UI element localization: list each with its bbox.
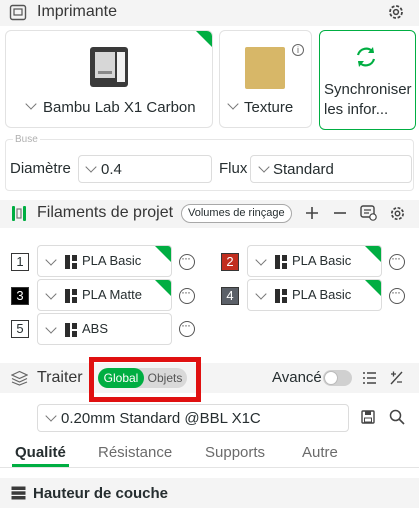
filaments-section-title: Filaments de projet (37, 204, 174, 221)
tab-resistance[interactable]: Résistance (98, 444, 172, 461)
nozzle-flow-label: Flux (219, 160, 248, 177)
filament-chevron-icon (45, 288, 57, 300)
process-compare-icon[interactable] (389, 370, 404, 386)
filament-selected-corner (365, 246, 381, 262)
printer-model-image (88, 45, 130, 89)
filament-chevron-icon (45, 254, 57, 266)
advanced-switch[interactable] (323, 370, 352, 386)
filament-type-icon (65, 255, 77, 269)
filament-settings-gear-icon[interactable] (389, 205, 406, 222)
toggle-global-option[interactable]: Global (98, 368, 144, 388)
filament-spool-icon (11, 205, 27, 222)
filament-name: PLA Basic (292, 287, 352, 302)
filament-type-icon (65, 323, 77, 337)
filament-more-options-icon[interactable] (389, 251, 405, 270)
nozzle-flow-value: Standard (273, 161, 334, 178)
printer-settings-gear-icon[interactable] (387, 3, 405, 21)
search-preset-icon[interactable] (389, 409, 405, 425)
layer-height-group-title: Hauteur de couche (33, 485, 169, 502)
preset-chevron-icon (45, 410, 57, 422)
filament-slot-number: 3 (11, 287, 29, 305)
process-preset-value: 0.20mm Standard @BBL X1C (61, 410, 261, 427)
filament-slot-number: 2 (221, 253, 239, 271)
tab-qualite[interactable]: Qualité (15, 444, 66, 461)
nozzle-diameter-select[interactable]: 0.4 (78, 155, 212, 183)
filament-type-icon (65, 289, 77, 303)
nozzle-diameter-value: 0.4 (101, 161, 122, 178)
filament-slot-number: 1 (11, 253, 29, 271)
process-preset-select[interactable]: 0.20mm Standard @BBL X1C (37, 404, 349, 432)
plate-dropdown-chevron-icon (227, 98, 239, 110)
filament-more-options-icon[interactable] (179, 285, 195, 304)
filament-type-icon (275, 289, 287, 303)
filament-selected-corner (365, 280, 381, 296)
flush-volumes-button[interactable]: Volumes de rinçage (181, 204, 292, 223)
printer-card[interactable]: Bambu Lab X1 Carbon (5, 30, 213, 128)
save-preset-icon[interactable] (361, 410, 375, 424)
filament-more-options-icon[interactable] (179, 318, 195, 337)
plate-texture-image (245, 47, 285, 89)
printer-dropdown-chevron-icon (25, 98, 37, 110)
filament-more-options-icon[interactable] (389, 285, 405, 304)
filament-chevron-icon (255, 254, 267, 266)
filament-slot-select[interactable]: PLA Basic (37, 245, 172, 277)
filament-slot-number: 5 (11, 320, 29, 338)
plate-name: Texture (244, 99, 294, 116)
layer-height-icon (11, 486, 26, 500)
plate-card[interactable]: i Texture (219, 30, 312, 128)
tab-supports[interactable]: Supports (205, 444, 265, 461)
advanced-label: Avancé (272, 369, 322, 386)
filament-name: PLA Basic (292, 253, 352, 268)
sync-printer-info-button[interactable]: Synchroniser les infor... (319, 30, 416, 130)
toggle-objects-option[interactable]: Objets (145, 368, 185, 388)
nozzle-diameter-label: Diamètre (10, 160, 71, 177)
plate-info-icon[interactable]: i (292, 44, 304, 56)
printer-icon (9, 4, 27, 21)
printer-selected-corner (196, 31, 212, 47)
global-objects-toggle[interactable]: Global Objets (98, 368, 187, 388)
filament-chevron-icon (45, 322, 57, 334)
printer-name: Bambu Lab X1 Carbon (43, 99, 196, 116)
filament-slot-select[interactable]: PLA Basic (247, 245, 382, 277)
nozzle-flow-select[interactable]: Standard (250, 155, 412, 183)
remove-filament-minus-icon[interactable] (333, 206, 347, 220)
flow-chevron-icon (258, 161, 270, 173)
filament-type-icon (275, 255, 287, 269)
add-filament-plus-icon[interactable] (305, 206, 319, 220)
filament-slot-number: 4 (221, 287, 239, 305)
tab-qualite-label: Qualité (15, 444, 66, 461)
filament-name: ABS (82, 321, 109, 336)
process-layers-icon (10, 370, 29, 386)
filament-name: PLA Matte (82, 287, 142, 302)
filament-selected-corner (155, 280, 171, 296)
diameter-chevron-icon (85, 161, 97, 173)
sync-icon (353, 44, 379, 70)
tabs-divider (0, 467, 419, 468)
printer-section-title: Imprimante (37, 3, 118, 20)
filament-slot-select[interactable]: PLA Basic (247, 279, 382, 311)
filament-more-options-icon[interactable] (179, 251, 195, 270)
ams-sync-icon[interactable] (360, 205, 377, 221)
filament-chevron-icon (255, 288, 267, 300)
filament-name: PLA Basic (82, 253, 142, 268)
filament-slot-select[interactable]: PLA Matte (37, 279, 172, 311)
sync-button-label: Synchroniser les infor... (324, 81, 412, 118)
process-section-title: Traiter (37, 369, 83, 386)
process-list-icon[interactable] (362, 371, 377, 385)
nozzle-group-label: Buse (13, 134, 40, 145)
filament-selected-corner (155, 246, 171, 262)
filament-slot-select[interactable]: ABS (37, 313, 172, 345)
tab-autre[interactable]: Autre (302, 444, 338, 461)
advanced-switch-knob (324, 371, 338, 385)
